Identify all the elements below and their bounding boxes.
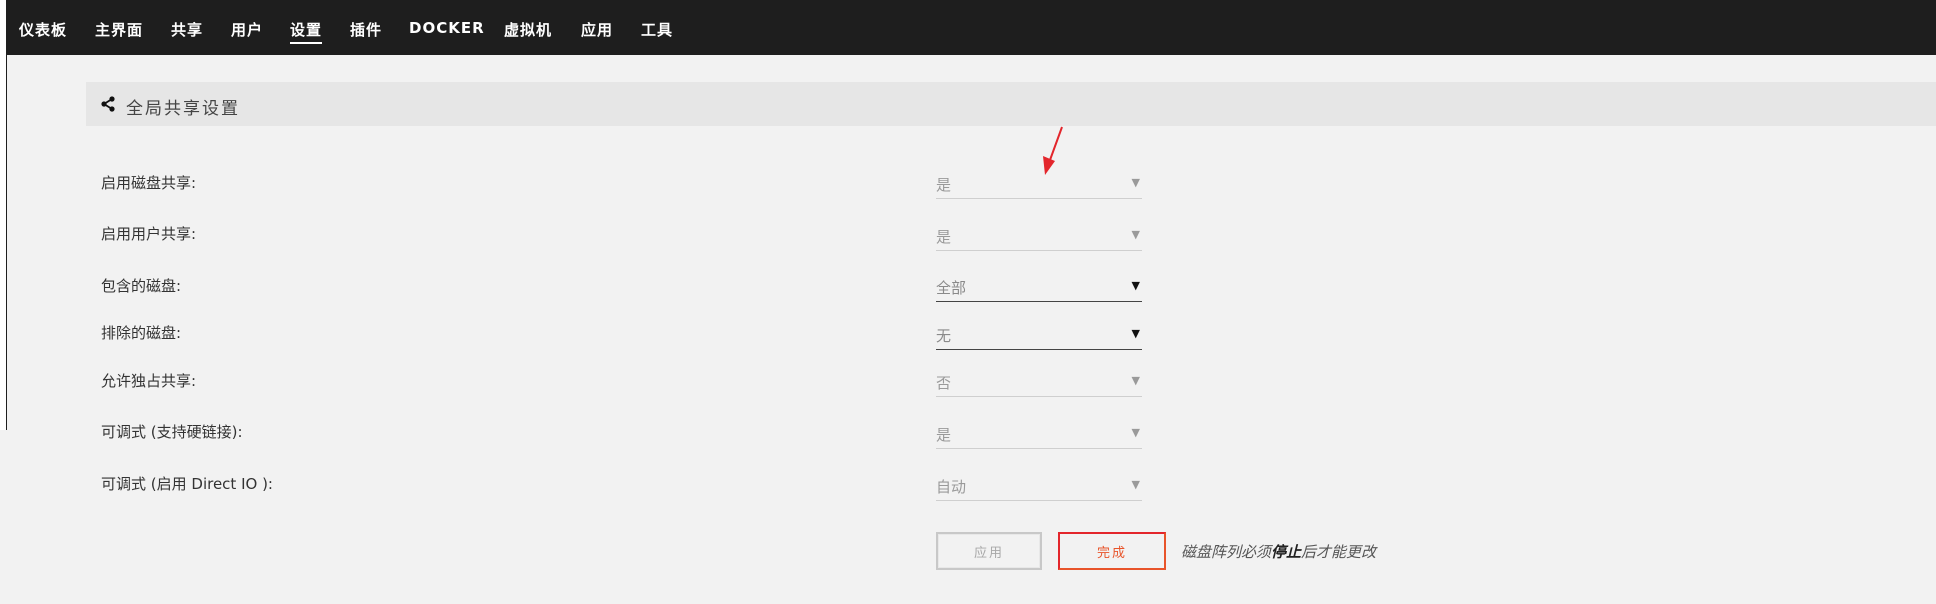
hint-text-after: 后才能更改 bbox=[1301, 543, 1377, 561]
nav-item-dashboard[interactable]: 仪表板 bbox=[19, 19, 67, 39]
section-header: 全局共享设置 bbox=[86, 82, 1936, 126]
select-included-disks[interactable]: 全部 ▼ bbox=[936, 271, 1142, 302]
select-exclusive-shares[interactable]: 否 ▼ bbox=[936, 366, 1142, 397]
select-value: 是 bbox=[936, 426, 952, 444]
select-enable-user-shares[interactable]: 是 ▼ bbox=[936, 220, 1142, 251]
select-enable-disk-shares[interactable]: 是 ▼ bbox=[936, 168, 1142, 199]
label-excluded-disks: 排除的磁盘: bbox=[101, 324, 182, 342]
select-excluded-disks[interactable]: 无 ▼ bbox=[936, 319, 1142, 350]
apply-button[interactable]: 应用 bbox=[936, 532, 1042, 570]
caret-down-icon: ▼ bbox=[1131, 327, 1140, 340]
caret-down-icon: ▼ bbox=[1131, 478, 1140, 491]
select-value: 自动 bbox=[936, 478, 967, 496]
nav-item-vms[interactable]: 虚拟机 bbox=[504, 19, 552, 39]
top-navbar: 仪表板 主界面 共享 用户 设置 插件 DOCKER 虚拟机 应用 工具 bbox=[6, 0, 1936, 55]
nav-item-plugins[interactable]: 插件 bbox=[350, 19, 382, 39]
label-exclusive-shares: 允许独占共享: bbox=[101, 372, 197, 390]
nav-item-apps[interactable]: 应用 bbox=[581, 19, 613, 39]
nav-item-settings[interactable]: 设置 bbox=[290, 19, 323, 44]
nav-item-main[interactable]: 主界面 bbox=[95, 19, 143, 39]
array-stop-hint: 磁盘阵列必须停止后才能更改 bbox=[1181, 541, 1376, 562]
select-value: 否 bbox=[936, 374, 952, 392]
left-edge bbox=[0, 0, 7, 430]
caret-down-icon: ▼ bbox=[1131, 279, 1140, 292]
label-enable-disk-shares: 启用磁盘共享: bbox=[101, 174, 197, 192]
label-tunable-direct-io: 可调式 (启用 Direct IO ): bbox=[101, 475, 273, 493]
label-included-disks: 包含的磁盘: bbox=[101, 277, 182, 295]
select-value: 是 bbox=[936, 176, 952, 194]
nav-item-users[interactable]: 用户 bbox=[231, 19, 263, 39]
select-tunable-hardlinks[interactable]: 是 ▼ bbox=[936, 418, 1142, 449]
done-button[interactable]: 完成 bbox=[1058, 532, 1166, 570]
select-tunable-direct-io[interactable]: 自动 ▼ bbox=[936, 470, 1142, 501]
caret-down-icon: ▼ bbox=[1131, 176, 1140, 189]
hint-text-strong: 停止 bbox=[1271, 543, 1302, 561]
label-enable-user-shares: 启用用户共享: bbox=[101, 225, 197, 243]
caret-down-icon: ▼ bbox=[1131, 426, 1140, 439]
hint-text-before: 磁盘阵列必须 bbox=[1181, 543, 1272, 561]
annotation-arrow-icon bbox=[1043, 126, 1063, 175]
nav-item-tools[interactable]: 工具 bbox=[641, 19, 673, 39]
label-tunable-hardlinks: 可调式 (支持硬链接): bbox=[101, 423, 243, 441]
caret-down-icon: ▼ bbox=[1131, 374, 1140, 387]
select-value: 是 bbox=[936, 228, 952, 246]
section-title: 全局共享设置 bbox=[126, 99, 240, 119]
select-value: 无 bbox=[936, 327, 952, 345]
nav-item-docker[interactable]: DOCKER bbox=[409, 19, 485, 39]
nav-item-shares[interactable]: 共享 bbox=[171, 19, 203, 39]
caret-down-icon: ▼ bbox=[1131, 228, 1140, 241]
share-icon bbox=[101, 96, 115, 112]
select-value: 全部 bbox=[936, 279, 967, 297]
